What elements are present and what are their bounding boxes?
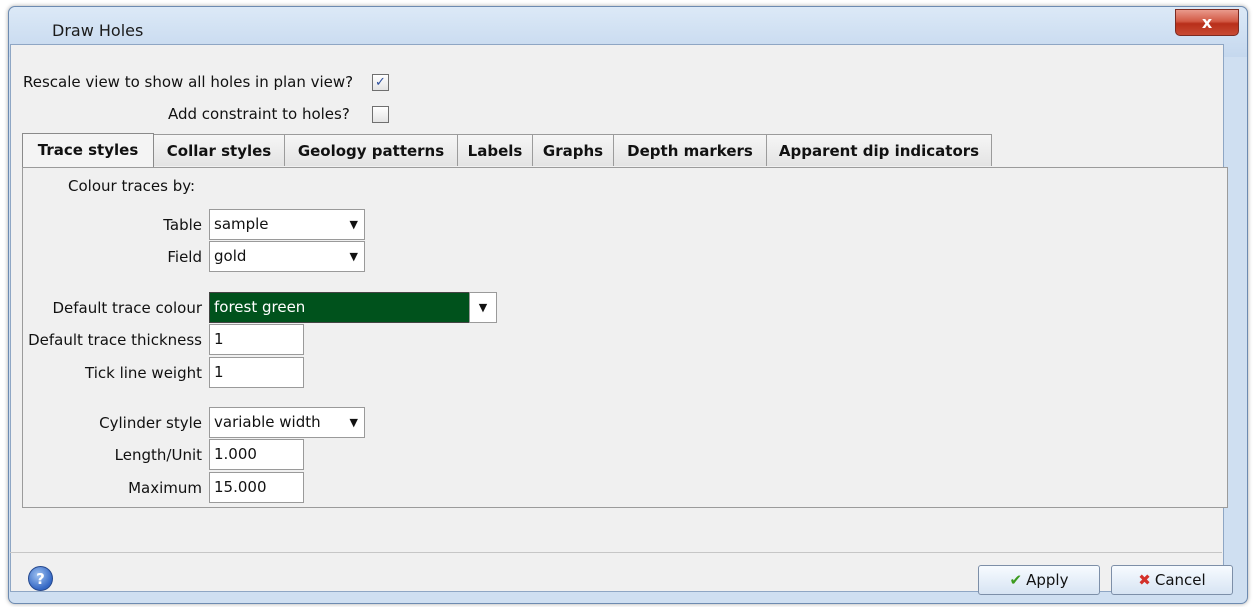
tab-apparent-dip-indicators[interactable]: Apparent dip indicators bbox=[766, 134, 992, 166]
constraint-checkbox[interactable] bbox=[372, 106, 389, 123]
length-unit-field[interactable]: 1.000 bbox=[209, 439, 304, 470]
field-label: Field bbox=[167, 248, 202, 266]
chevron-down-icon: ▼ bbox=[469, 292, 497, 323]
checkmark-icon: ✔ bbox=[1009, 571, 1023, 589]
cancel-icon: ✖ bbox=[1138, 571, 1151, 589]
tab-graphs[interactable]: Graphs bbox=[532, 134, 614, 166]
default-trace-thickness-label: Default trace thickness bbox=[28, 331, 202, 349]
length-unit-label: Length/Unit bbox=[114, 446, 202, 464]
table-label: Table bbox=[163, 216, 202, 234]
tab-geology-patterns[interactable]: Geology patterns bbox=[284, 134, 458, 166]
tick-line-weight-label: Tick line weight bbox=[85, 364, 202, 382]
tab-labels[interactable]: Labels bbox=[457, 134, 533, 166]
constraint-label: Add constraint to holes? bbox=[168, 105, 350, 123]
cylinder-style-select[interactable]: variable width ▼ bbox=[209, 407, 365, 438]
footer-divider bbox=[10, 552, 1222, 553]
maximum-field[interactable]: 15.000 bbox=[209, 472, 304, 503]
default-trace-colour-label: Default trace colour bbox=[52, 299, 202, 317]
default-trace-thickness-field[interactable]: 1 bbox=[209, 324, 304, 355]
default-trace-colour-value: forest green bbox=[214, 298, 306, 316]
colour-traces-heading: Colour traces by: bbox=[68, 177, 196, 195]
tab-depth-markers[interactable]: Depth markers bbox=[613, 134, 767, 166]
cylinder-style-value: variable width bbox=[214, 413, 321, 431]
tab-trace-styles[interactable]: Trace styles bbox=[22, 133, 154, 167]
field-select[interactable]: gold ▼ bbox=[209, 241, 365, 272]
cylinder-style-label: Cylinder style bbox=[99, 414, 202, 432]
field-select-value: gold bbox=[214, 247, 247, 265]
help-icon[interactable]: ? bbox=[28, 566, 53, 591]
window-title: Draw Holes bbox=[52, 21, 144, 40]
chevron-down-icon: ▼ bbox=[349, 218, 358, 231]
apply-button-label: Apply bbox=[1026, 571, 1069, 589]
cancel-button-label: Cancel bbox=[1154, 571, 1206, 589]
maximum-label: Maximum bbox=[128, 479, 202, 497]
chevron-down-icon: ▼ bbox=[349, 250, 358, 263]
default-trace-colour-select[interactable]: forest green ▼ bbox=[209, 292, 497, 323]
table-select[interactable]: sample ▼ bbox=[209, 209, 365, 240]
chevron-down-icon: ▼ bbox=[349, 416, 358, 429]
trace-styles-panel bbox=[22, 167, 1228, 508]
table-select-value: sample bbox=[214, 215, 269, 233]
close-button[interactable]: x bbox=[1175, 9, 1239, 36]
tick-line-weight-field[interactable]: 1 bbox=[209, 357, 304, 388]
tab-collar-styles[interactable]: Collar styles bbox=[153, 134, 285, 166]
cancel-button[interactable]: ✖ Cancel bbox=[1111, 565, 1233, 595]
rescale-label: Rescale view to show all holes in plan v… bbox=[23, 73, 354, 91]
rescale-checkbox[interactable]: ✓ bbox=[372, 74, 389, 91]
apply-button[interactable]: ✔ Apply bbox=[978, 565, 1100, 595]
